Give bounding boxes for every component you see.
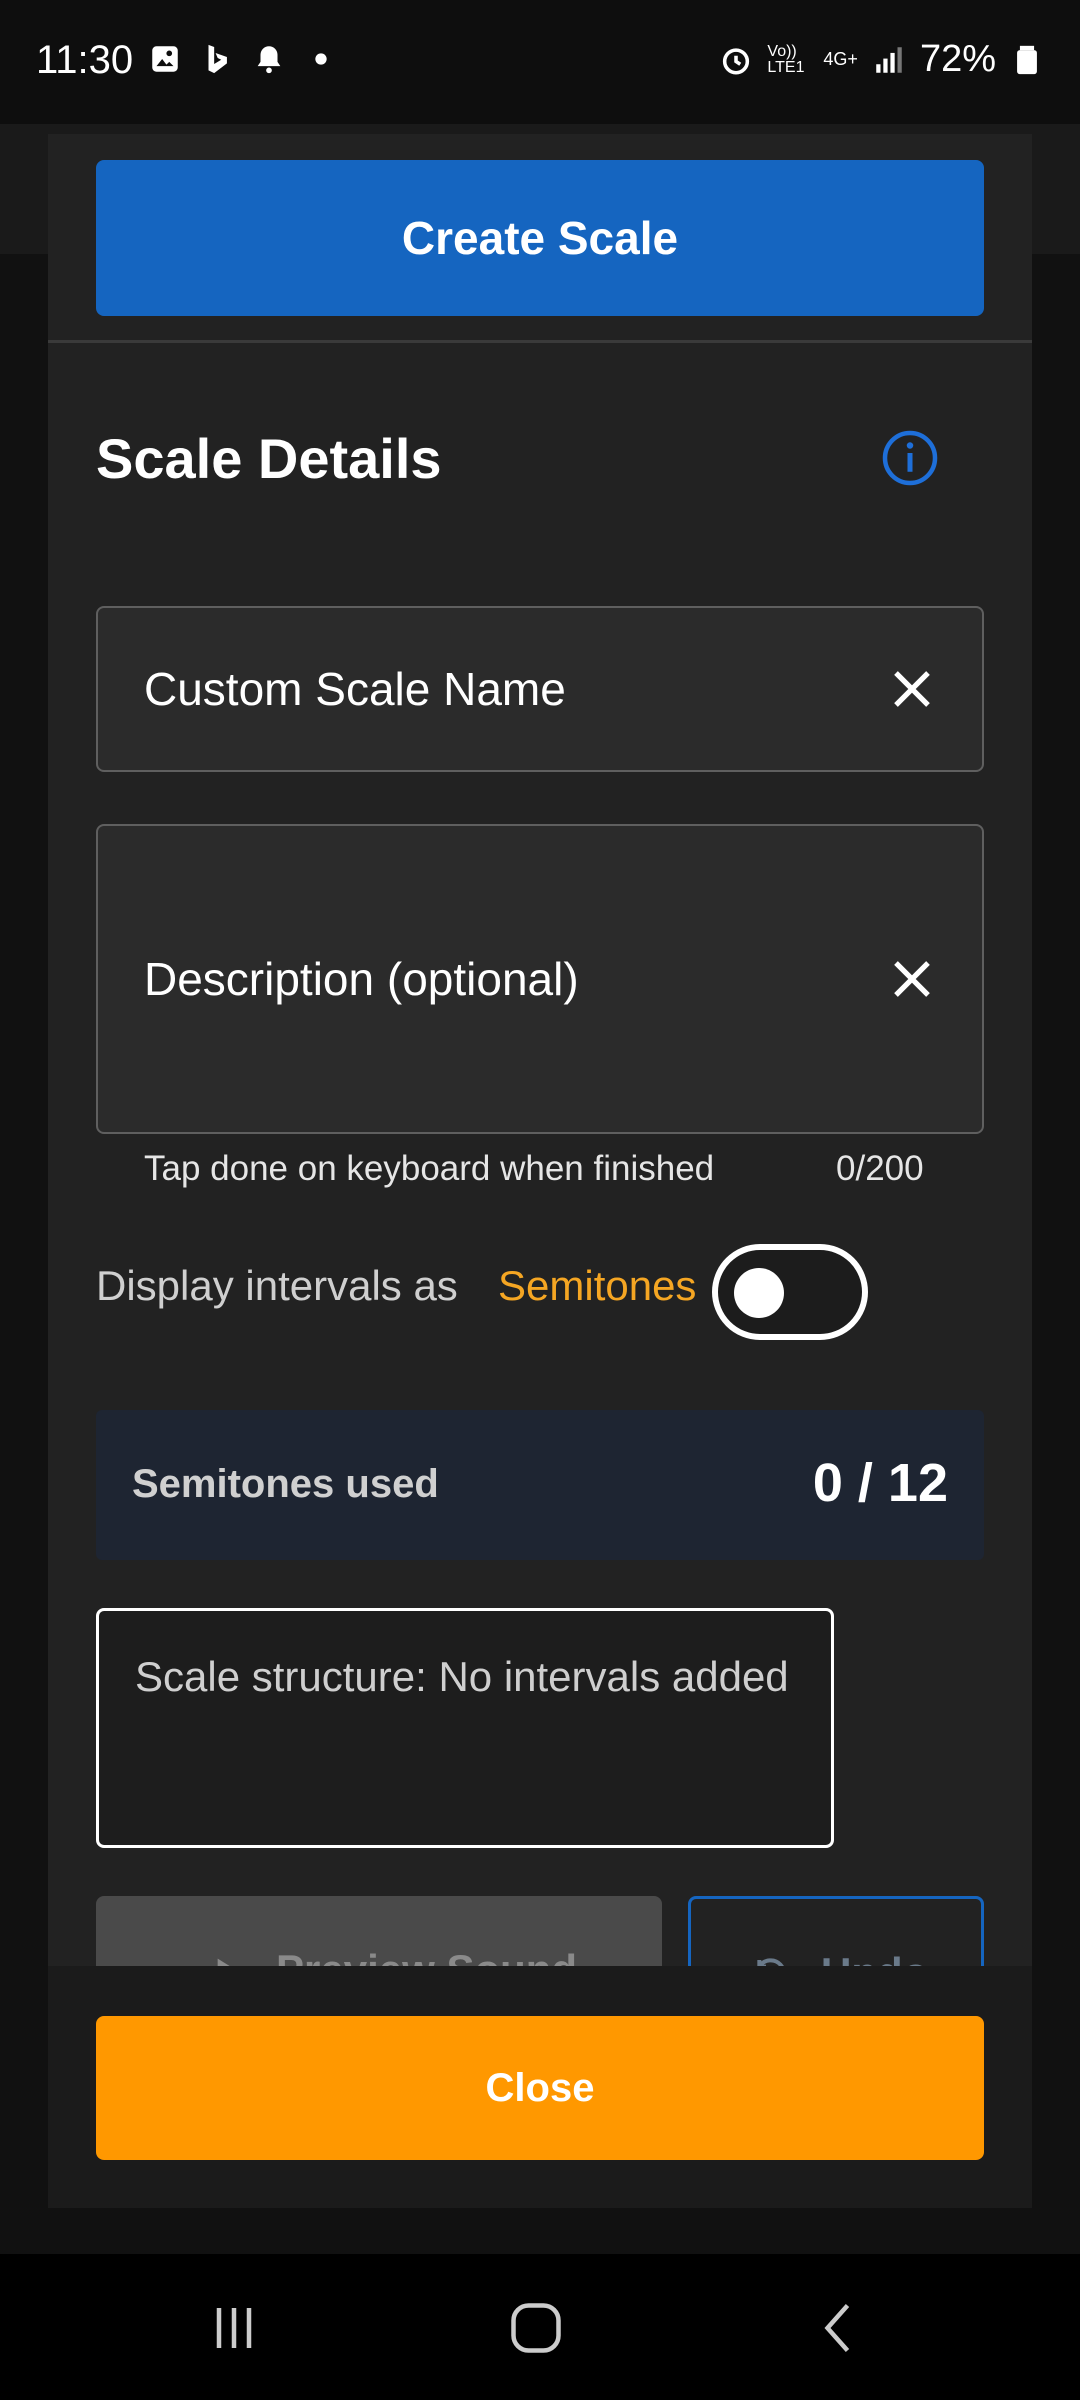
recents-icon[interactable]: [204, 2298, 264, 2358]
close-button[interactable]: Close: [96, 2016, 984, 2160]
helper-text: Tap done on keyboard when finished: [144, 1149, 715, 1188]
scale-structure-text: Scale structure: No intervals added: [135, 1653, 789, 1700]
create-scale-sheet: Create Scale Scale Details Custom Scale …: [48, 134, 1032, 2208]
volte-label: Vo)) LTE1: [767, 42, 805, 76]
notification-icons: [148, 42, 338, 76]
system-icons: Vo)) LTE1 4G+ 72%: [719, 38, 1044, 81]
interval-mode-label: Semitones: [498, 1262, 697, 1309]
char-counter: 0/200: [836, 1149, 924, 1188]
home-icon[interactable]: [506, 2298, 566, 2358]
description-field[interactable]: Description (optional): [96, 824, 984, 1134]
scale-name-placeholder: Custom Scale Name: [144, 663, 566, 715]
close-icon[interactable]: [888, 665, 936, 713]
status-time: 11:30: [36, 38, 134, 82]
dot-icon: [315, 53, 327, 65]
toggle-knob: [734, 1268, 784, 1318]
close-icon[interactable]: [888, 955, 936, 1003]
bing-icon: [208, 44, 227, 74]
section-title: Scale Details: [96, 427, 442, 490]
create-scale-button[interactable]: Create Scale: [96, 160, 984, 316]
alarm-icon: [723, 47, 750, 75]
back-icon[interactable]: [810, 2298, 870, 2358]
divider: [48, 340, 1032, 343]
dialog-footer: Close: [48, 1966, 1032, 2208]
semitones-used-label: Semitones used: [132, 1462, 439, 1506]
network-label: 4G+: [823, 49, 858, 69]
battery-icon: [1017, 45, 1037, 74]
battery-percent: 72%: [919, 38, 996, 80]
status-bar: 11:30 Vo)) LTE1 4G+ 72%: [0, 0, 1080, 124]
scale-structure-box: Scale structure: No intervals added: [96, 1608, 834, 1848]
system-navigation-bar: [0, 2254, 1080, 2400]
signal-icon: [876, 46, 902, 73]
semitones-used-value: 0 / 12: [812, 1453, 948, 1513]
description-placeholder: Description (optional): [144, 953, 579, 1005]
interval-mode-toggle[interactable]: [712, 1244, 868, 1340]
bell-icon: [257, 46, 281, 74]
gallery-icon: [152, 46, 178, 72]
interval-display-label: Display intervals as: [96, 1262, 458, 1309]
info-icon[interactable]: [880, 428, 940, 488]
scale-name-field[interactable]: Custom Scale Name: [96, 606, 984, 772]
semitones-used-panel: Semitones used 0 / 12: [96, 1410, 984, 1560]
